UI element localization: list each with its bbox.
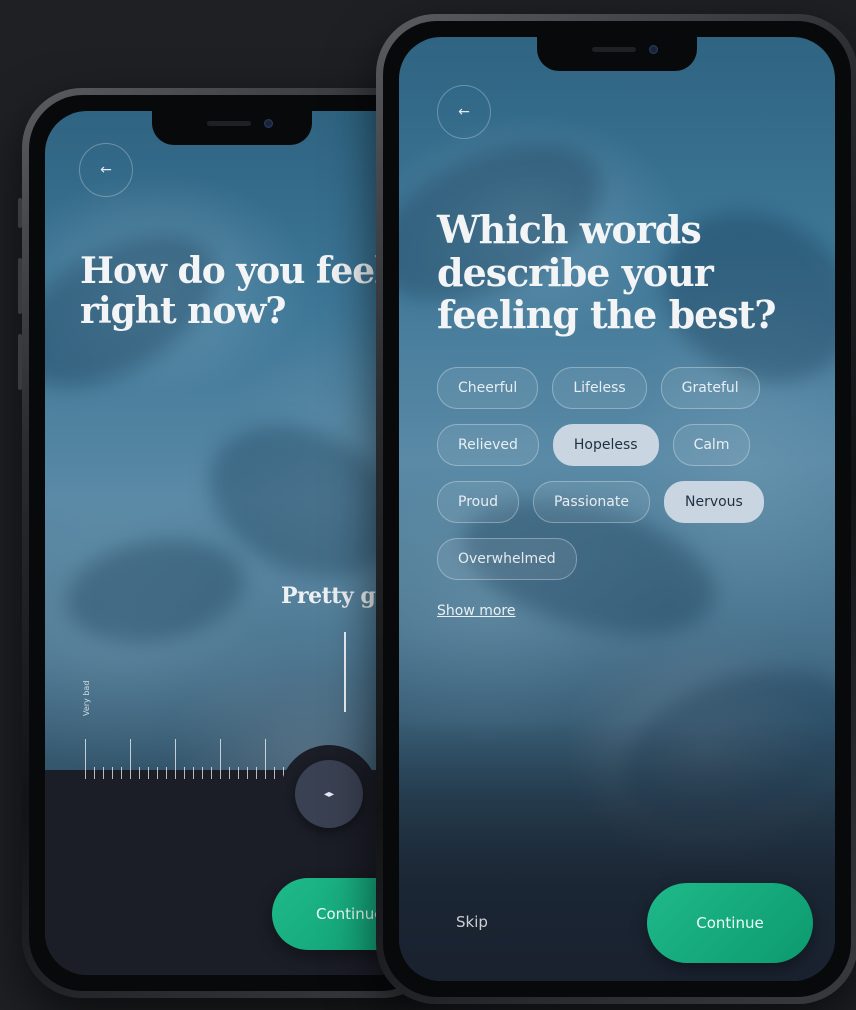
notch: [537, 37, 697, 71]
chip-row: Overwhelmed: [437, 538, 777, 580]
scale-min-label: Very bad: [82, 680, 91, 716]
chip-grateful[interactable]: Grateful: [660, 367, 760, 409]
chip-overwhelmed[interactable]: Overwhelmed: [437, 538, 577, 580]
feeling-chips: Cheerful Lifeless Grateful Relieved Hope…: [437, 367, 777, 595]
show-more-link[interactable]: Show more: [437, 603, 516, 619]
front-phone-frame: ← Which words describe your feeling the …: [376, 14, 856, 1004]
chip-nervous[interactable]: Nervous: [663, 481, 764, 523]
chip-row: Relieved Hopeless Calm: [437, 424, 777, 466]
slider-knob[interactable]: ◂▸: [295, 760, 363, 828]
back-button[interactable]: ←: [79, 143, 133, 197]
continue-button[interactable]: Continue: [647, 883, 813, 963]
chip-lifeless[interactable]: Lifeless: [552, 367, 647, 409]
chip-row: Cheerful Lifeless Grateful: [437, 367, 777, 409]
notch: [152, 111, 312, 145]
feeling-words-screen: ← Which words describe your feeling the …: [399, 37, 835, 981]
back-button[interactable]: ←: [437, 85, 491, 139]
chip-calm[interactable]: Calm: [672, 424, 751, 466]
arrow-left-icon: ←: [100, 162, 112, 178]
slider-indicator-line: [344, 632, 346, 712]
chip-relieved[interactable]: Relieved: [437, 424, 539, 466]
drag-arrows-icon: ◂▸: [323, 788, 335, 800]
chip-passionate[interactable]: Passionate: [532, 481, 650, 523]
skip-link[interactable]: Skip: [456, 913, 488, 931]
arrow-left-icon: ←: [458, 104, 470, 120]
chip-proud[interactable]: Proud: [437, 481, 519, 523]
page-title: Which words describe your feeling the be…: [437, 207, 777, 338]
page-title: How do you feel right now?: [80, 250, 388, 333]
chip-cheerful[interactable]: Cheerful: [437, 367, 539, 409]
mood-ruler[interactable]: [85, 735, 292, 779]
mood-slider-screen: ← How do you feel right now? Pretty good…: [45, 111, 419, 975]
chip-row: Proud Passionate Nervous: [437, 481, 777, 523]
chip-hopeless[interactable]: Hopeless: [552, 424, 659, 466]
